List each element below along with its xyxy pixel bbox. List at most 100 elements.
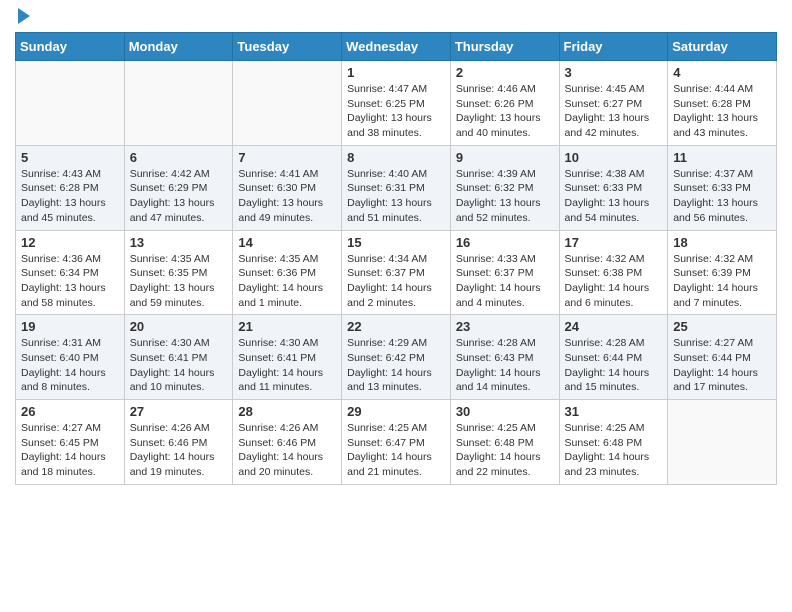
calendar-day-21: 21Sunrise: 4:30 AM Sunset: 6:41 PM Dayli… [233,315,342,400]
calendar-day-9: 9 Sunrise: 4:39 AM Sunset: 6:32 PM Daylig… [450,145,559,230]
calendar-day-27: 27 Sunrise: 4:26 AM Sunset: 6:46 PM Dayli… [124,400,233,485]
calendar-day-22: 22Sunrise: 4:29 AM Sunset: 6:42 PM Dayli… [342,315,451,400]
day-info: Sunrise: 4:29 AM Sunset: 6:42 PM Dayligh… [347,336,445,395]
day-info: Sunrise: 4:25 AM Sunset: 6:47 PM Dayligh… [347,421,445,480]
day-info: Sunrise: 4:43 AM Sunset: 6:28 PM Dayligh… [21,167,119,226]
calendar-day-19: 19 Sunrise: 4:31 AM Sunset: 6:40 PM Dayli… [16,315,125,400]
day-info: Sunrise: 4:25 AM Sunset: 6:48 PM Dayligh… [456,421,554,480]
calendar-week-row: 1Sunrise: 4:47 AM Sunset: 6:25 PM Daylig… [16,61,777,146]
calendar-day-11: 11Sunrise: 4:37 AM Sunset: 6:33 PM Dayli… [668,145,777,230]
day-info: Sunrise: 4:28 AM Sunset: 6:44 PM Dayligh… [565,336,663,395]
calendar-day-12: 12 Sunrise: 4:36 AM Sunset: 6:34 PM Dayli… [16,230,125,315]
day-number: 8 [347,150,445,165]
calendar-day-28: 28Sunrise: 4:26 AM Sunset: 6:46 PM Dayli… [233,400,342,485]
calendar-day-7: 7 Sunrise: 4:41 AM Sunset: 6:30 PM Daylig… [233,145,342,230]
calendar-day-17: 17 Sunrise: 4:32 AM Sunset: 6:38 PM Dayli… [559,230,668,315]
calendar-day-2: 2 Sunrise: 4:46 AM Sunset: 6:26 PM Daylig… [450,61,559,146]
day-number: 18 [673,235,771,250]
weekday-header-monday: Monday [124,33,233,61]
day-info: Sunrise: 4:42 AM Sunset: 6:29 PM Dayligh… [130,167,228,226]
calendar-day-10: 10 Sunrise: 4:38 AM Sunset: 6:33 PM Dayli… [559,145,668,230]
calendar-empty-cell [16,61,125,146]
day-info: Sunrise: 4:32 AM Sunset: 6:38 PM Dayligh… [565,252,663,311]
day-number: 16 [456,235,554,250]
day-info: Sunrise: 4:47 AM Sunset: 6:25 PM Dayligh… [347,82,445,141]
page-header [15,10,777,24]
calendar-day-30: 30Sunrise: 4:25 AM Sunset: 6:48 PM Dayli… [450,400,559,485]
calendar-day-6: 6Sunrise: 4:42 AM Sunset: 6:29 PM Daylig… [124,145,233,230]
day-info: Sunrise: 4:37 AM Sunset: 6:33 PM Dayligh… [673,167,771,226]
day-number: 15 [347,235,445,250]
day-info: Sunrise: 4:26 AM Sunset: 6:46 PM Dayligh… [130,421,228,480]
day-number: 25 [673,319,771,334]
day-number: 26 [21,404,119,419]
day-info: Sunrise: 4:35 AM Sunset: 6:35 PM Dayligh… [130,252,228,311]
day-number: 20 [130,319,228,334]
weekday-header-wednesday: Wednesday [342,33,451,61]
calendar-week-row: 19 Sunrise: 4:31 AM Sunset: 6:40 PM Dayli… [16,315,777,400]
calendar-day-23: 23 Sunrise: 4:28 AM Sunset: 6:43 PM Dayli… [450,315,559,400]
logo [15,10,30,24]
day-info: Sunrise: 4:44 AM Sunset: 6:28 PM Dayligh… [673,82,771,141]
day-number: 31 [565,404,663,419]
day-info: Sunrise: 4:39 AM Sunset: 6:32 PM Dayligh… [456,167,554,226]
day-info: Sunrise: 4:31 AM Sunset: 6:40 PM Dayligh… [21,336,119,395]
calendar-day-8: 8 Sunrise: 4:40 AM Sunset: 6:31 PM Daylig… [342,145,451,230]
day-info: Sunrise: 4:38 AM Sunset: 6:33 PM Dayligh… [565,167,663,226]
day-info: Sunrise: 4:27 AM Sunset: 6:44 PM Dayligh… [673,336,771,395]
day-info: Sunrise: 4:41 AM Sunset: 6:30 PM Dayligh… [238,167,336,226]
weekday-header-thursday: Thursday [450,33,559,61]
day-info: Sunrise: 4:30 AM Sunset: 6:41 PM Dayligh… [130,336,228,395]
day-number: 14 [238,235,336,250]
day-info: Sunrise: 4:28 AM Sunset: 6:43 PM Dayligh… [456,336,554,395]
day-number: 17 [565,235,663,250]
calendar-day-1: 1Sunrise: 4:47 AM Sunset: 6:25 PM Daylig… [342,61,451,146]
calendar-week-row: 26 Sunrise: 4:27 AM Sunset: 6:45 PM Dayli… [16,400,777,485]
calendar-day-5: 5 Sunrise: 4:43 AM Sunset: 6:28 PM Daylig… [16,145,125,230]
calendar-day-13: 13 Sunrise: 4:35 AM Sunset: 6:35 PM Dayli… [124,230,233,315]
day-number: 5 [21,150,119,165]
day-number: 19 [21,319,119,334]
calendar-week-row: 5 Sunrise: 4:43 AM Sunset: 6:28 PM Daylig… [16,145,777,230]
calendar-week-row: 12 Sunrise: 4:36 AM Sunset: 6:34 PM Dayli… [16,230,777,315]
day-number: 12 [21,235,119,250]
day-number: 7 [238,150,336,165]
calendar-empty-cell [124,61,233,146]
calendar-day-29: 29 Sunrise: 4:25 AM Sunset: 6:47 PM Dayli… [342,400,451,485]
calendar-day-14: 14 Sunrise: 4:35 AM Sunset: 6:36 PM Dayli… [233,230,342,315]
calendar-day-16: 16 Sunrise: 4:33 AM Sunset: 6:37 PM Dayli… [450,230,559,315]
calendar-empty-cell [233,61,342,146]
day-number: 9 [456,150,554,165]
calendar-day-31: 31Sunrise: 4:25 AM Sunset: 6:48 PM Dayli… [559,400,668,485]
day-info: Sunrise: 4:36 AM Sunset: 6:34 PM Dayligh… [21,252,119,311]
day-number: 10 [565,150,663,165]
day-info: Sunrise: 4:32 AM Sunset: 6:39 PM Dayligh… [673,252,771,311]
day-number: 2 [456,65,554,80]
day-info: Sunrise: 4:46 AM Sunset: 6:26 PM Dayligh… [456,82,554,141]
day-number: 21 [238,319,336,334]
weekday-header-saturday: Saturday [668,33,777,61]
weekday-header-sunday: Sunday [16,33,125,61]
calendar-empty-cell [668,400,777,485]
day-number: 13 [130,235,228,250]
day-info: Sunrise: 4:35 AM Sunset: 6:36 PM Dayligh… [238,252,336,311]
calendar-day-25: 25 Sunrise: 4:27 AM Sunset: 6:44 PM Dayli… [668,315,777,400]
day-number: 24 [565,319,663,334]
calendar-day-4: 4Sunrise: 4:44 AM Sunset: 6:28 PM Daylig… [668,61,777,146]
calendar-day-26: 26 Sunrise: 4:27 AM Sunset: 6:45 PM Dayli… [16,400,125,485]
day-info: Sunrise: 4:27 AM Sunset: 6:45 PM Dayligh… [21,421,119,480]
day-number: 27 [130,404,228,419]
calendar-day-24: 24 Sunrise: 4:28 AM Sunset: 6:44 PM Dayli… [559,315,668,400]
day-number: 23 [456,319,554,334]
day-info: Sunrise: 4:33 AM Sunset: 6:37 PM Dayligh… [456,252,554,311]
calendar-day-18: 18 Sunrise: 4:32 AM Sunset: 6:39 PM Dayli… [668,230,777,315]
day-info: Sunrise: 4:34 AM Sunset: 6:37 PM Dayligh… [347,252,445,311]
calendar-header-row: SundayMondayTuesdayWednesdayThursdayFrid… [16,33,777,61]
calendar-day-20: 20 Sunrise: 4:30 AM Sunset: 6:41 PM Dayli… [124,315,233,400]
calendar-day-15: 15 Sunrise: 4:34 AM Sunset: 6:37 PM Dayli… [342,230,451,315]
logo-arrow-icon [18,8,30,24]
day-info: Sunrise: 4:45 AM Sunset: 6:27 PM Dayligh… [565,82,663,141]
weekday-header-tuesday: Tuesday [233,33,342,61]
day-number: 29 [347,404,445,419]
day-info: Sunrise: 4:40 AM Sunset: 6:31 PM Dayligh… [347,167,445,226]
